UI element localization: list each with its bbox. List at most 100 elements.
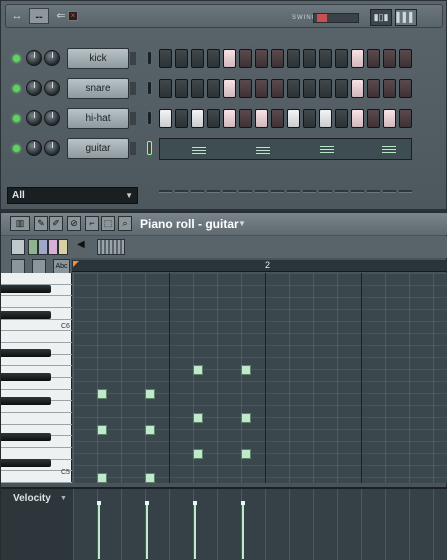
graph-editor-view-button[interactable]: ▮▯▮ [370,9,392,26]
volume-knob[interactable] [26,50,42,66]
mini-piano-roll-preview[interactable] [159,138,412,160]
step-button[interactable] [335,49,348,68]
color-swatch-pink[interactable] [48,239,58,255]
note-block[interactable] [97,473,107,483]
note-block[interactable] [193,413,203,423]
step-button[interactable] [239,49,252,68]
velocity-handle[interactable] [97,501,101,505]
step-button[interactable] [287,49,300,68]
step-button[interactable] [383,109,396,128]
brush-tool-icon[interactable]: ✐ [49,216,63,231]
step-button[interactable] [383,49,396,68]
piano-keyboard[interactable]: C6 C5 [1,273,72,483]
note-block[interactable] [241,449,251,459]
velocity-handle[interactable] [145,501,149,505]
chevron-down-icon[interactable]: ▼ [60,495,67,502]
pencil-tool-icon[interactable]: ✎ [34,216,48,231]
velocity-bar[interactable] [146,503,148,559]
channel-active-led[interactable] [13,145,20,152]
black-key[interactable] [1,397,51,405]
step-button[interactable] [319,79,332,98]
playhead-marker[interactable] [73,261,79,267]
step-button[interactable] [191,49,204,68]
step-button[interactable] [303,79,316,98]
black-key[interactable] [1,285,51,293]
close-icon[interactable]: × [68,11,78,21]
step-button[interactable] [367,109,380,128]
note-grid[interactable] [73,273,447,483]
channel-name-button[interactable]: kick [67,48,129,69]
step-button[interactable] [271,109,284,128]
step-button[interactable] [239,109,252,128]
step-button[interactable] [319,109,332,128]
velocity-bar[interactable] [242,503,244,559]
step-button[interactable] [207,109,220,128]
step-button[interactable] [367,49,380,68]
step-button[interactable] [271,49,284,68]
color-swatch-yellow[interactable] [58,239,68,255]
note-block[interactable] [97,389,107,399]
pan-knob[interactable] [44,50,60,66]
chevron-down-icon[interactable]: ▼ [238,219,246,228]
channel-name-button[interactable]: snare [67,78,129,99]
white-key[interactable] [1,413,72,425]
resize-arrows-icon[interactable]: ↔ [8,8,26,24]
sequencer-menu-button[interactable]: -- [29,8,49,24]
black-key[interactable] [1,349,51,357]
velocity-handle[interactable] [241,501,245,505]
step-button[interactable] [399,109,412,128]
step-button[interactable] [159,49,172,68]
step-button[interactable] [175,49,188,68]
swing-slider-thumb[interactable] [317,14,327,22]
color-swatch-green[interactable] [28,239,38,255]
white-key[interactable] [1,331,72,343]
step-button[interactable] [351,109,364,128]
channel-filter-select[interactable]: All ▼ [7,187,138,204]
note-block[interactable] [97,425,107,435]
horizontal-zoom-slider[interactable] [97,239,125,255]
channel-active-led[interactable] [13,85,20,92]
volume-knob[interactable] [26,110,42,126]
velocity-bar[interactable] [98,503,100,559]
step-button[interactable] [287,109,300,128]
scroll-left-icon[interactable]: ◀ [77,239,93,255]
step-button[interactable] [351,79,364,98]
black-key[interactable] [1,311,51,319]
select-tool-icon[interactable]: ⬚ [101,216,115,231]
step-button[interactable] [351,49,364,68]
white-key[interactable] [1,296,72,308]
step-button[interactable] [383,79,396,98]
channel-select-indicator[interactable] [147,51,152,65]
black-key[interactable] [1,373,51,381]
note-block[interactable] [145,425,155,435]
swing-slider[interactable] [313,13,359,23]
channel-select-indicator[interactable] [147,141,152,155]
velocity-grid[interactable] [73,489,447,560]
step-button[interactable] [191,79,204,98]
step-button[interactable] [159,79,172,98]
channel-active-led[interactable] [13,55,20,62]
velocity-label[interactable]: Velocity [13,493,51,504]
piano-icon[interactable]: ▥ [10,216,30,231]
step-button[interactable] [303,49,316,68]
pan-knob[interactable] [44,80,60,96]
black-key[interactable] [1,433,51,441]
note-block[interactable] [241,365,251,375]
step-button[interactable] [239,79,252,98]
channel-name-button[interactable]: hi-hat [67,108,129,129]
velocity-bar[interactable] [194,503,196,559]
step-button[interactable] [207,49,220,68]
step-button[interactable] [399,79,412,98]
white-key[interactable] [1,448,72,460]
step-button[interactable] [255,109,268,128]
step-button[interactable] [207,79,220,98]
step-button[interactable] [175,109,188,128]
timeline-ruler[interactable]: 2 [72,260,447,272]
step-button[interactable] [271,79,284,98]
step-button[interactable] [255,49,268,68]
black-key[interactable] [1,459,51,467]
note-block[interactable] [193,365,203,375]
note-block[interactable] [241,413,251,423]
back-arrow-icon[interactable]: ⇐ [55,8,67,24]
step-button[interactable] [303,109,316,128]
